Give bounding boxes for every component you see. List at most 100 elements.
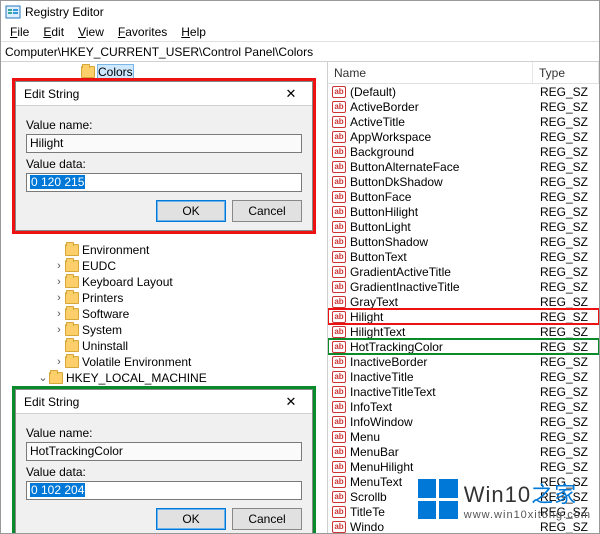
list-row[interactable]: InactiveTitleREG_SZ xyxy=(328,369,599,384)
value-data-field[interactable]: 0 102 204 xyxy=(26,481,302,500)
string-value-icon xyxy=(332,311,346,323)
ok-button[interactable]: OK xyxy=(156,200,226,222)
value-type: REG_SZ xyxy=(540,295,588,309)
ok-button[interactable]: OK xyxy=(156,508,226,530)
value-type: REG_SZ xyxy=(540,145,588,159)
cancel-button[interactable]: Cancel xyxy=(232,508,302,530)
tree-item[interactable]: •Uninstall xyxy=(1,338,327,354)
list-row[interactable]: ActiveBorderREG_SZ xyxy=(328,99,599,114)
menu-edit[interactable]: Edit xyxy=(36,24,71,40)
list-row[interactable]: ButtonShadowREG_SZ xyxy=(328,234,599,249)
tree-item[interactable]: ›Keyboard Layout xyxy=(1,274,327,290)
expander-icon[interactable]: › xyxy=(53,355,65,369)
list-row[interactable]: HotTrackingColorREG_SZ xyxy=(328,339,599,354)
value-type: REG_SZ xyxy=(540,520,588,534)
tree-item[interactable]: ›Printers xyxy=(1,290,327,306)
value-name: HilightText xyxy=(350,325,540,339)
menu-favorites[interactable]: Favorites xyxy=(111,24,174,40)
list-row[interactable]: ButtonHilightREG_SZ xyxy=(328,204,599,219)
list-row[interactable]: InfoWindowREG_SZ xyxy=(328,414,599,429)
address-bar[interactable]: Computer\HKEY_CURRENT_USER\Control Panel… xyxy=(1,42,599,62)
tree-item[interactable]: ›EUDC xyxy=(1,258,327,274)
value-name: ButtonText xyxy=(350,250,540,264)
value-type: REG_SZ xyxy=(540,475,588,489)
tree-item[interactable]: ›System xyxy=(1,322,327,338)
folder-icon xyxy=(65,292,79,304)
list-row[interactable]: GradientInactiveTitleREG_SZ xyxy=(328,279,599,294)
string-value-icon xyxy=(332,251,346,263)
list-row[interactable]: ScrollbREG_SZ xyxy=(328,489,599,504)
dialog-title-bar[interactable]: Edit String ✕ xyxy=(16,390,312,414)
list-row[interactable]: GrayTextREG_SZ xyxy=(328,294,599,309)
string-value-icon xyxy=(332,491,346,503)
column-type[interactable]: Type xyxy=(533,62,599,83)
tree-item[interactable]: ⌄ HKEY_LOCAL_MACHINE xyxy=(1,370,327,386)
list-row[interactable]: (Default)REG_SZ xyxy=(328,84,599,99)
value-name: Menu xyxy=(350,430,540,444)
menu-help[interactable]: Help xyxy=(174,24,213,40)
list-row[interactable]: ButtonDkShadowREG_SZ xyxy=(328,174,599,189)
expander-icon[interactable]: › xyxy=(53,275,65,289)
folder-icon xyxy=(65,324,79,336)
tree-label: HKEY_LOCAL_MACHINE xyxy=(66,371,207,385)
dialog-title-bar[interactable]: Edit String ✕ xyxy=(16,82,312,106)
list-row[interactable]: WindoREG_SZ xyxy=(328,519,599,533)
value-type: REG_SZ xyxy=(540,340,588,354)
value-name: InactiveTitleText xyxy=(350,385,540,399)
list-row[interactable]: InactiveBorderREG_SZ xyxy=(328,354,599,369)
cancel-button[interactable]: Cancel xyxy=(232,200,302,222)
list-row[interactable]: HilightTextREG_SZ xyxy=(328,324,599,339)
list-row[interactable]: MenuHilightREG_SZ xyxy=(328,459,599,474)
close-icon[interactable]: ✕ xyxy=(274,84,308,104)
value-data-field[interactable]: 0 120 215 xyxy=(26,173,302,192)
window-title: Registry Editor xyxy=(25,5,104,19)
string-value-icon xyxy=(332,116,346,128)
list-row[interactable]: AppWorkspaceREG_SZ xyxy=(328,129,599,144)
value-name: GradientInactiveTitle xyxy=(350,280,540,294)
address-text: Computer\HKEY_CURRENT_USER\Control Panel… xyxy=(5,45,313,59)
expander-icon[interactable]: • xyxy=(53,243,65,257)
list-row[interactable]: MenuREG_SZ xyxy=(328,429,599,444)
list-row[interactable]: GradientActiveTitleREG_SZ xyxy=(328,264,599,279)
tree-item[interactable]: ›Software xyxy=(1,306,327,322)
tree-item[interactable]: ›Volatile Environment xyxy=(1,354,327,370)
list-row[interactable]: ButtonAlternateFaceREG_SZ xyxy=(328,159,599,174)
list-row[interactable]: MenuBarREG_SZ xyxy=(328,444,599,459)
string-value-icon xyxy=(332,506,346,518)
list-row[interactable]: InfoTextREG_SZ xyxy=(328,399,599,414)
expander-icon[interactable]: › xyxy=(53,307,65,321)
string-value-icon xyxy=(332,341,346,353)
value-name-field[interactable]: Hilight xyxy=(26,134,302,153)
list-row[interactable]: ButtonFaceREG_SZ xyxy=(328,189,599,204)
menu-file[interactable]: File xyxy=(3,24,36,40)
string-value-icon xyxy=(332,401,346,413)
tree-item[interactable]: • Environment xyxy=(1,242,327,258)
title-bar: Registry Editor xyxy=(1,1,599,23)
expander-icon[interactable]: • xyxy=(53,339,65,353)
expander-icon[interactable]: ⌄ xyxy=(37,371,49,385)
column-name[interactable]: Name xyxy=(328,62,533,83)
tree-item[interactable]: •Colors xyxy=(1,64,327,80)
list-row[interactable]: ButtonLightREG_SZ xyxy=(328,219,599,234)
folder-icon xyxy=(65,340,79,352)
list-row[interactable]: InactiveTitleTextREG_SZ xyxy=(328,384,599,399)
list-row[interactable]: TitleTeREG_SZ xyxy=(328,504,599,519)
value-name: InfoWindow xyxy=(350,415,540,429)
string-value-icon xyxy=(332,281,346,293)
values-pane[interactable]: Name Type (Default)REG_SZActiveBorderREG… xyxy=(328,62,599,533)
close-icon[interactable]: ✕ xyxy=(274,392,308,412)
value-name-field[interactable]: HotTrackingColor xyxy=(26,442,302,461)
menu-view[interactable]: View xyxy=(71,24,111,40)
list-row[interactable]: MenuTextREG_SZ xyxy=(328,474,599,489)
expander-icon[interactable]: › xyxy=(53,323,65,337)
list-row[interactable]: HilightREG_SZ xyxy=(328,309,599,324)
tree-label: Environment xyxy=(82,243,149,257)
expander-icon[interactable]: • xyxy=(69,65,81,79)
value-name: ButtonLight xyxy=(350,220,540,234)
expander-icon[interactable]: › xyxy=(53,259,65,273)
folder-icon xyxy=(65,308,79,320)
list-row[interactable]: ActiveTitleREG_SZ xyxy=(328,114,599,129)
list-row[interactable]: ButtonTextREG_SZ xyxy=(328,249,599,264)
list-row[interactable]: BackgroundREG_SZ xyxy=(328,144,599,159)
expander-icon[interactable]: › xyxy=(53,291,65,305)
